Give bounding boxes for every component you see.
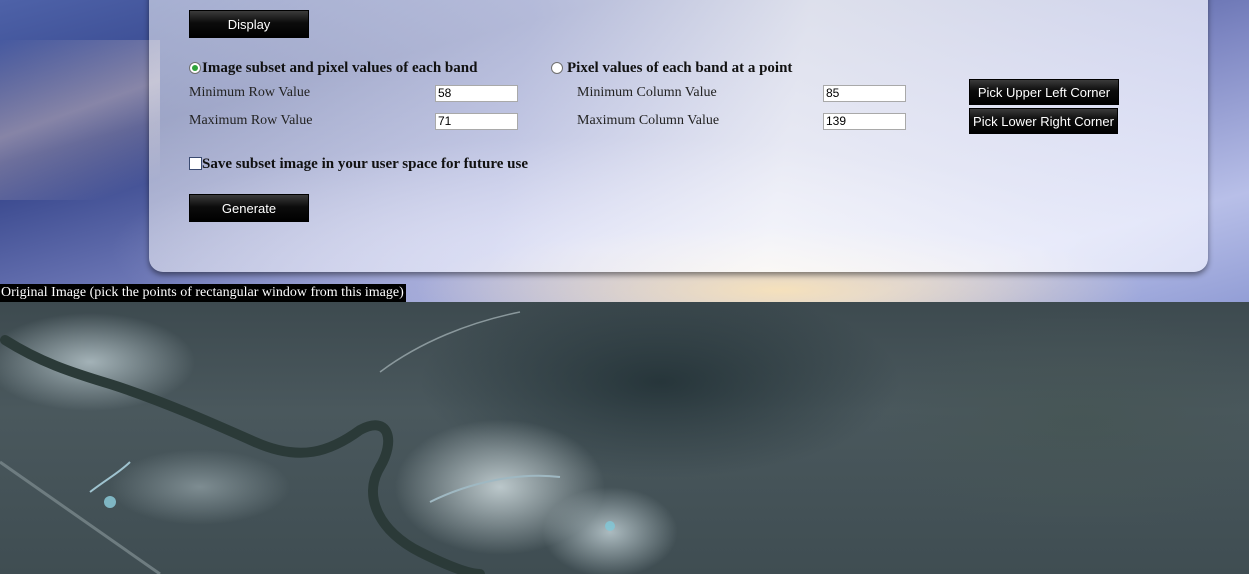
control-panel — [149, 0, 1208, 272]
generate-button[interactable]: Generate — [189, 194, 309, 222]
save-subset-checkbox[interactable] — [189, 157, 202, 170]
pick-lower-right-corner-button[interactable]: Pick Lower Right Corner — [969, 108, 1118, 134]
min-column-input[interactable]: 85 — [823, 85, 906, 102]
pick-upper-left-corner-button[interactable]: Pick Upper Left Corner — [969, 79, 1119, 105]
max-row-label: Maximum Row Value — [189, 113, 313, 128]
original-image-caption: Original Image (pick the points of recta… — [0, 284, 406, 302]
save-subset-label: Save subset image in your user space for… — [202, 156, 528, 172]
original-satellite-image[interactable] — [0, 302, 1249, 574]
mode-subset-label: Image subset and pixel values of each ba… — [202, 60, 478, 76]
mode-point-radio[interactable] — [551, 62, 563, 74]
satellite-image-terrain — [0, 311, 615, 574]
min-column-label: Minimum Column Value — [577, 85, 717, 100]
min-row-label: Minimum Row Value — [189, 85, 311, 100]
min-row-input[interactable]: 58 — [435, 85, 518, 102]
background-sky-highlight — [0, 40, 160, 200]
mode-subset-radio[interactable] — [189, 62, 201, 74]
mode-point-label: Pixel values of each band at a point — [567, 60, 793, 76]
max-column-input[interactable]: 139 — [823, 113, 906, 130]
max-row-input[interactable]: 71 — [435, 113, 518, 130]
max-column-label: Maximum Column Value — [577, 113, 720, 128]
display-button[interactable]: Display — [189, 10, 309, 38]
